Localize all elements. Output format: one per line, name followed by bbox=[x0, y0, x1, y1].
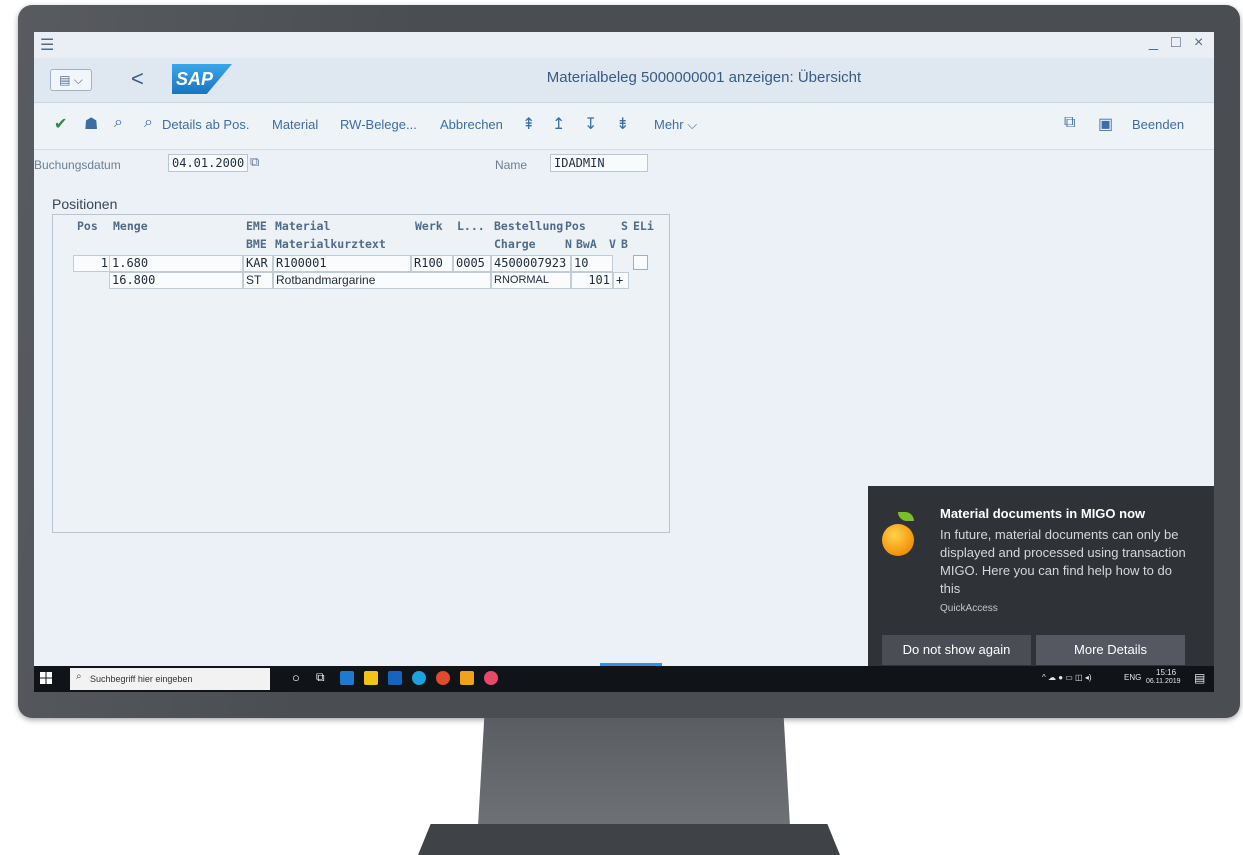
col-l: L... bbox=[457, 219, 485, 233]
shell-bar: ▤ ⌵ < SAP Materialbeleg 5000000001 anzei… bbox=[34, 58, 1214, 103]
cell-menge[interactable]: 1.680 bbox=[109, 255, 243, 272]
col-material: Material bbox=[275, 219, 331, 233]
positionen-table: Pos Menge EME Material Werk L... Bestell… bbox=[52, 214, 670, 533]
material-button[interactable]: Material bbox=[272, 117, 318, 132]
cell-eme[interactable]: KAR bbox=[243, 255, 273, 272]
tray-icons[interactable]: ^ ☁ ● ▭ ◫ ◂) bbox=[1042, 673, 1092, 682]
layout-icon[interactable]: ⧉ bbox=[1064, 114, 1075, 132]
copy-icon[interactable]: ⧉ bbox=[250, 154, 259, 170]
language-indicator[interactable]: ENG bbox=[1124, 673, 1141, 682]
orange-icon bbox=[882, 524, 914, 556]
zoom-icon[interactable]: ⌕ bbox=[114, 114, 123, 132]
buchungsdatum-label: Buchungsdatum bbox=[34, 158, 121, 172]
cell-bwa[interactable]: 101 bbox=[571, 272, 613, 289]
col-s: S bbox=[621, 219, 628, 233]
cell-bestellung[interactable]: 4500007923 bbox=[491, 255, 571, 272]
col-bme: BME bbox=[246, 237, 267, 251]
name-label: Name bbox=[495, 158, 528, 172]
page-title: Materialbeleg 5000000001 anzeigen: Übers… bbox=[546, 69, 862, 86]
notification-source: QuickAccess bbox=[940, 603, 998, 614]
sap-logon-icon[interactable] bbox=[484, 671, 498, 685]
taskbar-search-input[interactable]: Suchbegriff hier eingeben bbox=[70, 668, 270, 690]
screen: ☰ _ □ × ▤ ⌵ < SAP Materialbeleg 50000000… bbox=[34, 32, 1214, 692]
more-details-button[interactable]: More Details bbox=[1036, 635, 1185, 665]
cell-lagerort[interactable]: 0005 bbox=[453, 255, 491, 272]
window-topbar: ☰ _ □ × bbox=[34, 32, 1214, 58]
active-indicator bbox=[600, 663, 662, 666]
windows-start-icon[interactable] bbox=[40, 672, 52, 684]
mehr-label: Mehr bbox=[654, 117, 684, 132]
clock-time[interactable]: 15:16 bbox=[1156, 668, 1176, 677]
hamburger-icon[interactable]: ☰ bbox=[40, 35, 54, 55]
notifications-icon[interactable]: ▤ bbox=[1194, 671, 1205, 685]
k-app-icon[interactable] bbox=[460, 671, 474, 685]
cell-bestell-pos[interactable]: 10 bbox=[571, 255, 613, 272]
search-icon: ⌕ bbox=[76, 671, 82, 682]
buchungsdatum-field[interactable]: 04.01.2000 bbox=[168, 154, 249, 172]
edge-icon[interactable] bbox=[340, 671, 354, 685]
cell-plus[interactable]: + bbox=[613, 272, 629, 289]
skype-icon[interactable] bbox=[412, 671, 426, 685]
col-bwa: BwA bbox=[576, 237, 597, 251]
last-page-icon[interactable]: ⇟ bbox=[616, 114, 629, 134]
clock-date[interactable]: 06.11.2019 bbox=[1146, 678, 1181, 685]
application-toolbar: ✔ ☗ ⌕ ⌕ Details ab Pos. Material RW-Bele… bbox=[34, 103, 1214, 150]
col-v: V bbox=[609, 237, 616, 251]
beenden-button[interactable]: Beenden bbox=[1132, 117, 1184, 132]
previous-page-icon[interactable]: ↥ bbox=[552, 114, 565, 134]
notification-title: Material documents in MIGO now bbox=[940, 506, 1146, 521]
chrome-icon[interactable] bbox=[436, 671, 450, 685]
leaf-icon bbox=[898, 512, 914, 521]
col-kurztext: Materialkurztext bbox=[275, 237, 386, 251]
minimize-icon[interactable]: _ bbox=[1149, 34, 1158, 52]
col-werk: Werk bbox=[415, 219, 443, 233]
next-page-icon[interactable]: ↧ bbox=[584, 114, 597, 134]
menu-button[interactable]: ▤ ⌵ bbox=[50, 69, 92, 91]
monitor-stand-base bbox=[418, 824, 840, 855]
col-b: B bbox=[621, 237, 628, 251]
do-not-show-again-button[interactable]: Do not show again bbox=[882, 635, 1031, 665]
maximize-icon[interactable]: □ bbox=[1171, 34, 1181, 52]
task-view-icon[interactable]: ⧉ bbox=[316, 670, 325, 685]
chevron-down-icon: ⌵ bbox=[687, 117, 698, 132]
notification-body: In future, material documents can only b… bbox=[940, 527, 1186, 596]
col-eme: EME bbox=[246, 219, 267, 233]
positionen-title: Positionen bbox=[52, 196, 118, 212]
monitor-stand-neck bbox=[478, 718, 790, 826]
sap-logo: SAP bbox=[172, 64, 232, 94]
col-n: N bbox=[565, 237, 572, 251]
cell-charge[interactable]: RNORMAL bbox=[491, 272, 571, 289]
cell-kurztext[interactable]: Rotbandmargarine bbox=[273, 272, 491, 289]
name-field[interactable]: IDADMIN bbox=[550, 154, 648, 172]
outlook-icon[interactable] bbox=[388, 671, 402, 685]
details-ab-pos-button[interactable]: Details ab Pos. bbox=[162, 117, 249, 132]
cell-pos[interactable]: 1 bbox=[73, 255, 111, 272]
cell-werk[interactable]: R100 bbox=[411, 255, 453, 272]
mehr-menu[interactable]: Mehr ⌵ bbox=[654, 117, 697, 133]
cell-menge-bme[interactable]: 16.800 bbox=[109, 272, 243, 289]
col-charge: Charge bbox=[494, 237, 536, 251]
details-icon[interactable]: ⌕ bbox=[144, 114, 153, 132]
rw-belege-button[interactable]: RW-Belege... bbox=[340, 117, 417, 132]
window-icon[interactable]: ▣ bbox=[1098, 114, 1113, 134]
col-bestell-pos: Pos bbox=[565, 219, 586, 233]
cell-material[interactable]: R100001 bbox=[273, 255, 411, 272]
col-menge: Menge bbox=[113, 219, 148, 233]
abbrechen-button[interactable]: Abbrechen bbox=[440, 117, 503, 132]
cell-bme[interactable]: ST bbox=[243, 272, 273, 289]
back-button[interactable]: < bbox=[131, 66, 144, 92]
col-el: ELi bbox=[633, 219, 654, 233]
eli-checkbox[interactable] bbox=[633, 255, 648, 270]
check-icon[interactable]: ✔ bbox=[54, 114, 67, 134]
cortana-icon[interactable]: ○ bbox=[292, 670, 300, 685]
first-page-icon[interactable]: ⇞ bbox=[522, 114, 535, 134]
col-pos: Pos bbox=[77, 219, 98, 233]
notification-toast: Material documents in MIGO now In future… bbox=[868, 486, 1214, 692]
close-icon[interactable]: × bbox=[1194, 34, 1203, 52]
explorer-icon[interactable] bbox=[364, 671, 378, 685]
col-bestellung: Bestellung bbox=[494, 219, 564, 233]
taskbar: Suchbegriff hier eingeben ⌕ ○ ⧉ ^ ☁ ● ▭ … bbox=[34, 663, 1214, 692]
hat-icon[interactable]: ☗ bbox=[84, 114, 98, 134]
